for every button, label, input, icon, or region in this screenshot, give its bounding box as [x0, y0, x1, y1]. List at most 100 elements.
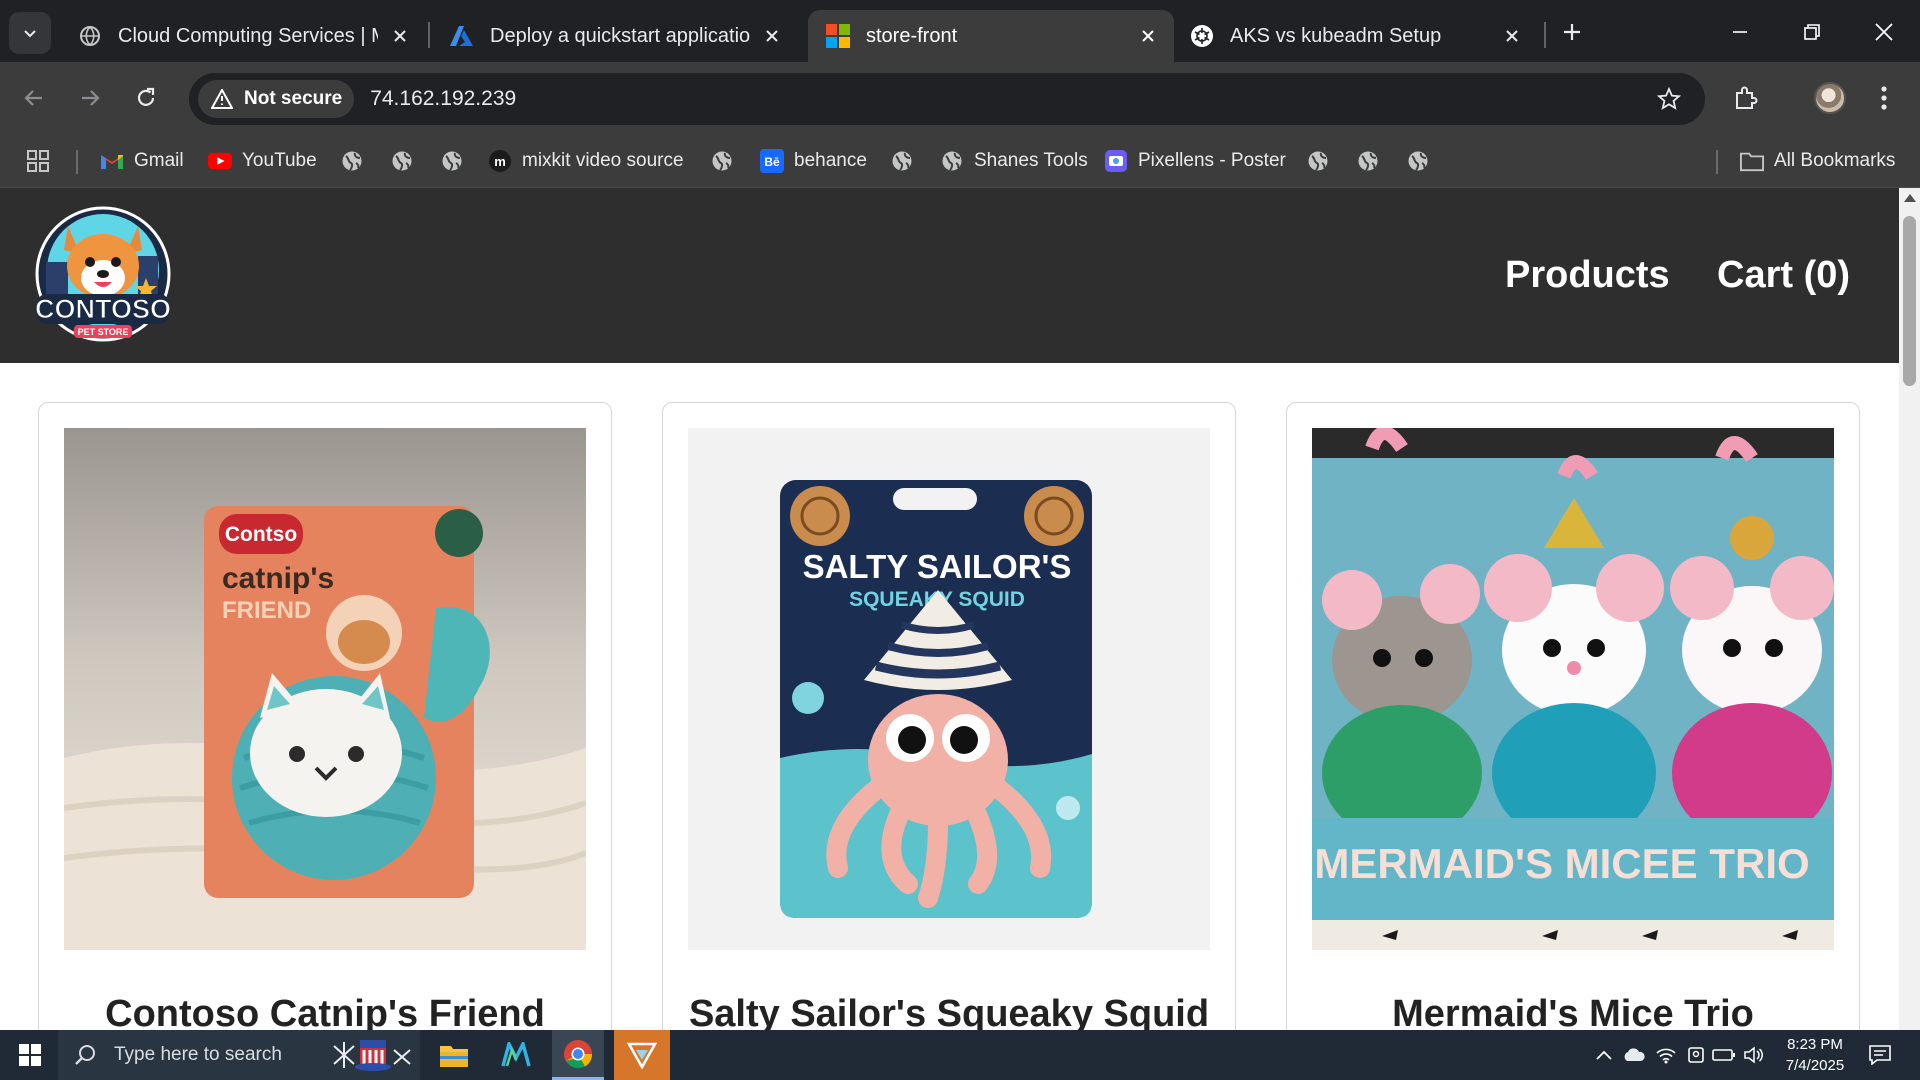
bookmark-behance[interactable]: Bē behance [760, 146, 867, 176]
bookmarks-bar: Gmail YouTube m mixkit video source Bē b… [0, 134, 1920, 188]
product-image[interactable]: SALTY SAILOR'S SQUEAKY SQUID [688, 428, 1210, 950]
contoso-logo[interactable]: CONTOSO PET STORE [28, 204, 178, 348]
gmail-icon [100, 149, 124, 173]
tab-search-button[interactable] [9, 12, 51, 54]
apps-button[interactable] [26, 146, 50, 176]
kebab-menu-icon [1881, 86, 1887, 110]
menu-button[interactable] [1862, 76, 1906, 120]
profile-button[interactable] [1808, 76, 1852, 120]
notifications-icon[interactable] [1868, 1043, 1892, 1067]
product-image[interactable]: MERMAID'S MICEE TRIO [1312, 428, 1834, 950]
product-title[interactable]: Mermaid's Mice Trio [1287, 993, 1859, 1030]
product-title[interactable]: Salty Sailor's Squeaky Squid [663, 993, 1235, 1030]
close-window-button[interactable] [1864, 12, 1904, 52]
taskbar-app-m[interactable] [490, 1030, 542, 1080]
tray-chevron-up-icon[interactable] [1592, 1043, 1616, 1067]
bookmark-globe-7[interactable] [1356, 146, 1380, 176]
bookmark-label: mixkit video source [522, 150, 684, 171]
globe-icon [1356, 149, 1380, 173]
nav-products-link[interactable]: Products [1505, 254, 1670, 297]
browser-toolbar: Not secure 74.162.192.239 [0, 62, 1920, 134]
globe-icon [390, 149, 414, 173]
close-icon[interactable] [760, 24, 784, 48]
url-text[interactable]: 74.162.192.239 [370, 87, 516, 111]
new-tab-button[interactable] [1556, 16, 1588, 48]
bookmark-separator [76, 150, 78, 174]
bookmark-globe-8[interactable] [1406, 146, 1430, 176]
close-icon[interactable] [1136, 24, 1160, 48]
meet-now-icon[interactable] [1684, 1043, 1708, 1067]
product-title[interactable]: Contoso Catnip's Friend [39, 993, 611, 1030]
taskbar-vpn-app[interactable] [614, 1030, 670, 1080]
all-bookmarks-button[interactable]: All Bookmarks [1740, 146, 1895, 176]
behance-icon: Bē [760, 149, 784, 173]
minimize-button[interactable] [1720, 12, 1760, 52]
taskbar-search-box[interactable]: Type here to search [58, 1030, 420, 1080]
taskbar-file-explorer[interactable] [428, 1030, 480, 1080]
product-card[interactable]: MERMAID'S MICEE TRIO Mermaid's Mice Trio [1286, 402, 1860, 1030]
globe-icon [710, 149, 734, 173]
forward-button[interactable] [70, 78, 110, 118]
mixkit-icon: m [488, 149, 512, 173]
tab-title: store-front [866, 24, 958, 47]
folder-icon [440, 1046, 468, 1067]
fireworks-hat-icon [330, 1036, 414, 1074]
tab-deploy-quickstart[interactable]: Deploy a quickstart application [432, 10, 798, 62]
warning-icon [210, 87, 234, 111]
logo-text: CONTOSO [35, 294, 171, 324]
folder-icon [1740, 149, 1764, 173]
bookmark-globe-1[interactable] [340, 146, 364, 176]
bookmark-globe-2[interactable] [390, 146, 414, 176]
nav-cart-link[interactable]: Cart (0) [1717, 254, 1850, 297]
site-info-button[interactable]: Not secure [198, 80, 355, 118]
product-image[interactable]: Contso catnip's FRIEND [64, 428, 586, 950]
clock-date: 7/4/2025 [1785, 1057, 1845, 1074]
chrome-icon [564, 1039, 593, 1068]
pixellens-icon [1104, 149, 1128, 173]
bookmark-shanes-tools[interactable]: Shanes Tools [940, 146, 1088, 176]
restore-button[interactable] [1792, 12, 1832, 52]
bookmark-globe-3[interactable] [440, 146, 464, 176]
bookmark-globe-6[interactable] [1306, 146, 1330, 176]
star-icon [1657, 87, 1681, 110]
wifi-icon[interactable] [1654, 1043, 1678, 1067]
close-icon[interactable] [388, 24, 412, 48]
extensions-button[interactable] [1724, 76, 1768, 120]
bookmark-globe-4[interactable] [710, 146, 734, 176]
bookmark-star-button[interactable] [1655, 85, 1683, 113]
site-header: CONTOSO PET STORE Products Cart (0) [0, 188, 1899, 363]
tab-cloud-computing[interactable]: Cloud Computing Services | Mic [60, 10, 426, 62]
tab-aks-vs-kubeadm[interactable]: AKS vs kubeadm Setup [1172, 10, 1538, 62]
tab-store-front[interactable]: store-front [808, 10, 1174, 62]
svg-text:m: m [494, 154, 506, 169]
reload-icon [137, 87, 155, 106]
start-button[interactable] [6, 1030, 54, 1080]
bookmark-pixellens[interactable]: Pixellens - Poster [1104, 146, 1286, 176]
product-card[interactable]: Contso catnip's FRIEND Contoso Catnip's … [38, 402, 612, 1030]
tab-title: AKS vs kubeadm Setup [1230, 24, 1442, 47]
bookmark-youtube[interactable]: YouTube [208, 146, 317, 176]
bookmark-gmail[interactable]: Gmail [100, 146, 184, 176]
scrollbar-thumb[interactable] [1903, 216, 1916, 386]
arrow-right-icon [82, 90, 100, 106]
bookmark-globe-5[interactable] [890, 146, 914, 176]
product-card[interactable]: SALTY SAILOR'S SQUEAKY SQUID Salty Sailo… [662, 402, 1236, 1030]
close-icon[interactable] [1500, 24, 1524, 48]
close-icon [1875, 23, 1893, 41]
restore-icon [1804, 24, 1820, 40]
apps-grid-icon [26, 149, 50, 173]
reload-button[interactable] [126, 78, 166, 118]
address-bar[interactable]: Not secure 74.162.192.239 [189, 73, 1705, 125]
bookmark-label: Pixellens - Poster [1138, 150, 1286, 171]
globe-icon [1306, 149, 1330, 173]
onedrive-icon[interactable] [1622, 1043, 1646, 1067]
bookmark-mixkit[interactable]: m mixkit video source [488, 146, 684, 176]
system-clock[interactable]: 8:23 PM 7/4/2025 [1770, 1034, 1860, 1076]
battery-icon[interactable] [1712, 1043, 1736, 1067]
tab-separator [1544, 22, 1546, 48]
back-button[interactable] [14, 78, 54, 118]
volume-icon[interactable] [1742, 1043, 1766, 1067]
page-scrollbar[interactable] [1899, 188, 1920, 1030]
scroll-up-arrow-icon[interactable] [1904, 194, 1916, 202]
taskbar-chrome[interactable] [552, 1030, 604, 1080]
